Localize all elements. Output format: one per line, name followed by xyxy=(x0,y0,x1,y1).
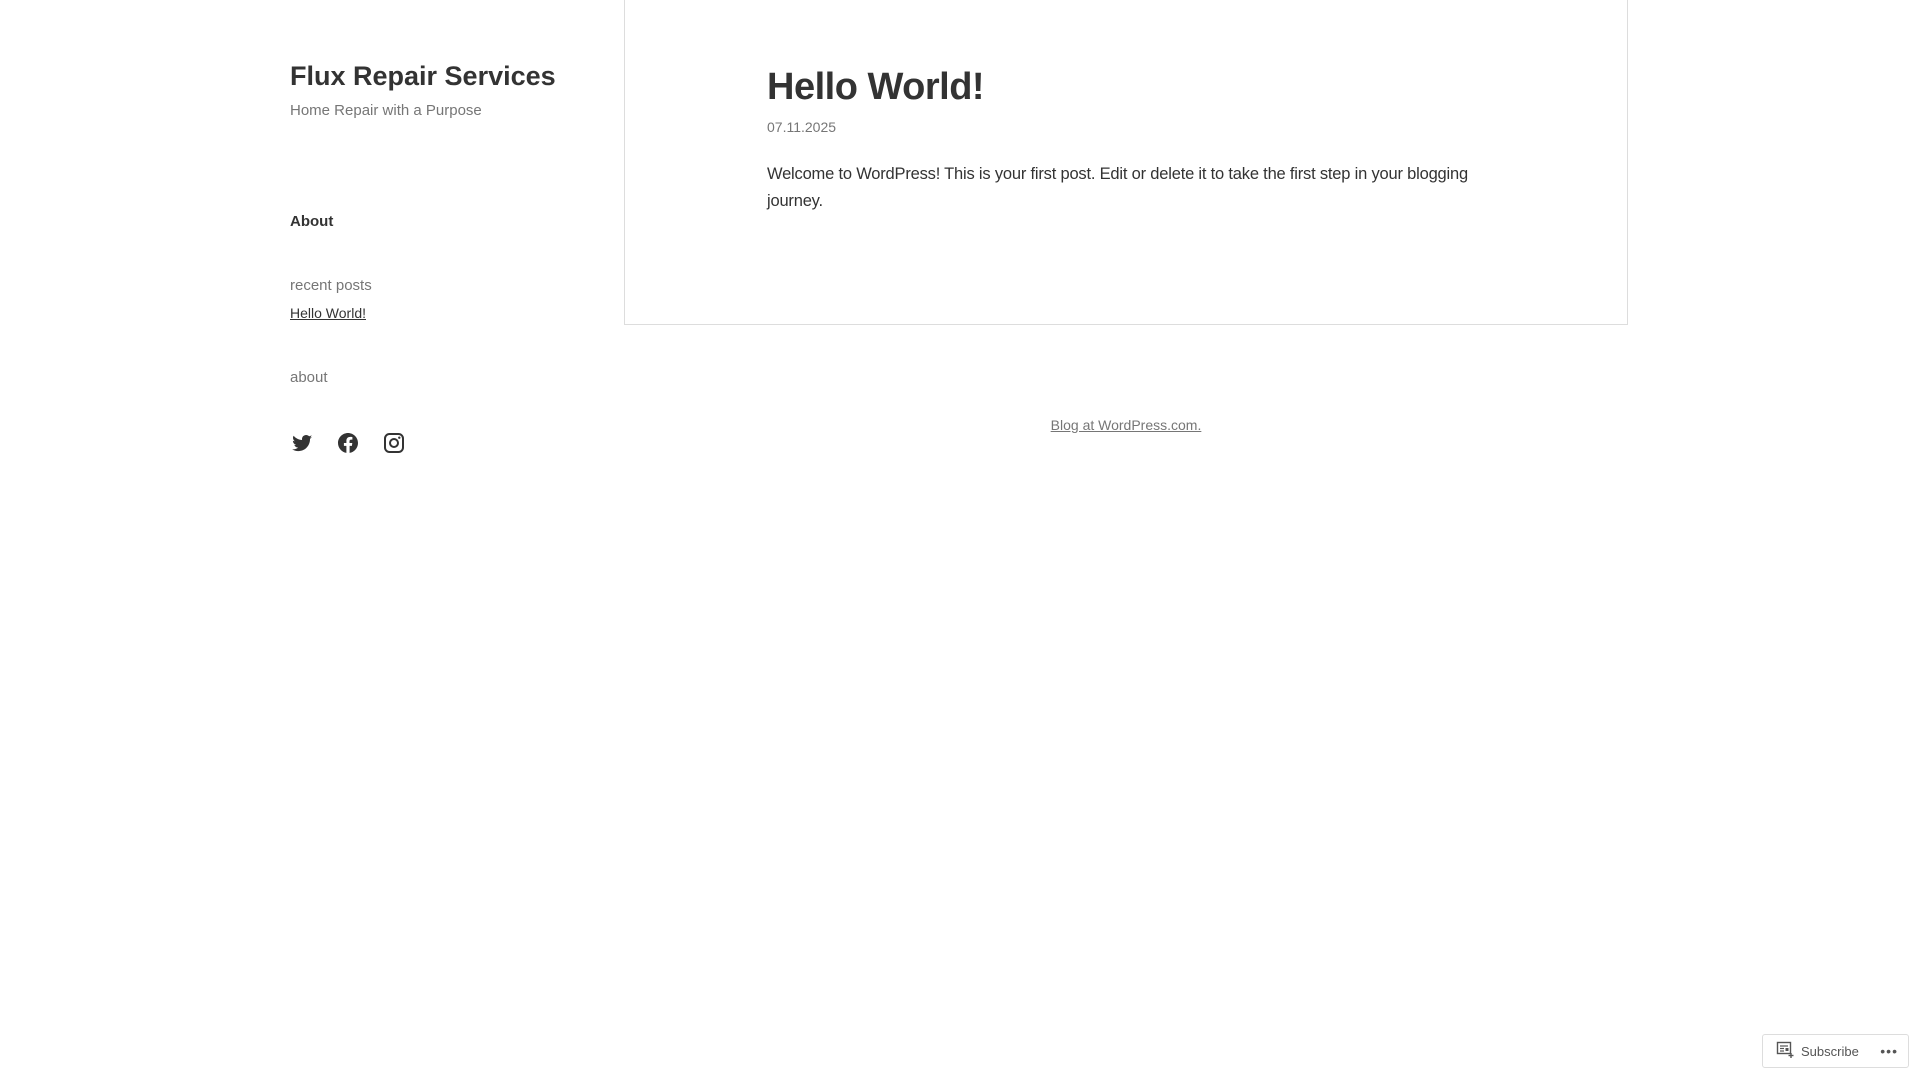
subscribe-label: Subscribe xyxy=(1801,1043,1859,1059)
recent-post-link[interactable]: Hello World! xyxy=(290,305,366,321)
post-card: Hello World! 07.11.2025 Welcome to WordP… xyxy=(624,0,1628,325)
recent-posts-heading: recent posts xyxy=(290,277,372,294)
site-tagline: Home Repair with a Purpose xyxy=(290,102,482,119)
site-footer: Blog at WordPress.com. xyxy=(624,0,1628,433)
nav-item-about[interactable]: About xyxy=(290,213,333,230)
post-title[interactable]: Hello World! xyxy=(767,66,985,109)
subscribe-bar: Subscribe ••• xyxy=(1762,1034,1909,1068)
social-links xyxy=(290,431,406,455)
instagram-icon[interactable] xyxy=(382,431,406,455)
about-widget-heading: about xyxy=(290,369,328,386)
more-options-icon[interactable]: ••• xyxy=(1880,1043,1898,1059)
post-date[interactable]: 07.11.2025 xyxy=(767,119,836,135)
site-title[interactable]: Flux Repair Services xyxy=(290,61,556,92)
reader-subscribe-icon xyxy=(1776,1041,1794,1062)
twitter-icon[interactable] xyxy=(290,431,314,455)
subscribe-button[interactable]: Subscribe xyxy=(1763,1041,1859,1062)
post-content: Welcome to WordPress! This is your first… xyxy=(767,165,1468,210)
wordpress-credit-link[interactable]: Blog at WordPress.com. xyxy=(624,417,1628,433)
facebook-icon[interactable] xyxy=(336,431,360,455)
